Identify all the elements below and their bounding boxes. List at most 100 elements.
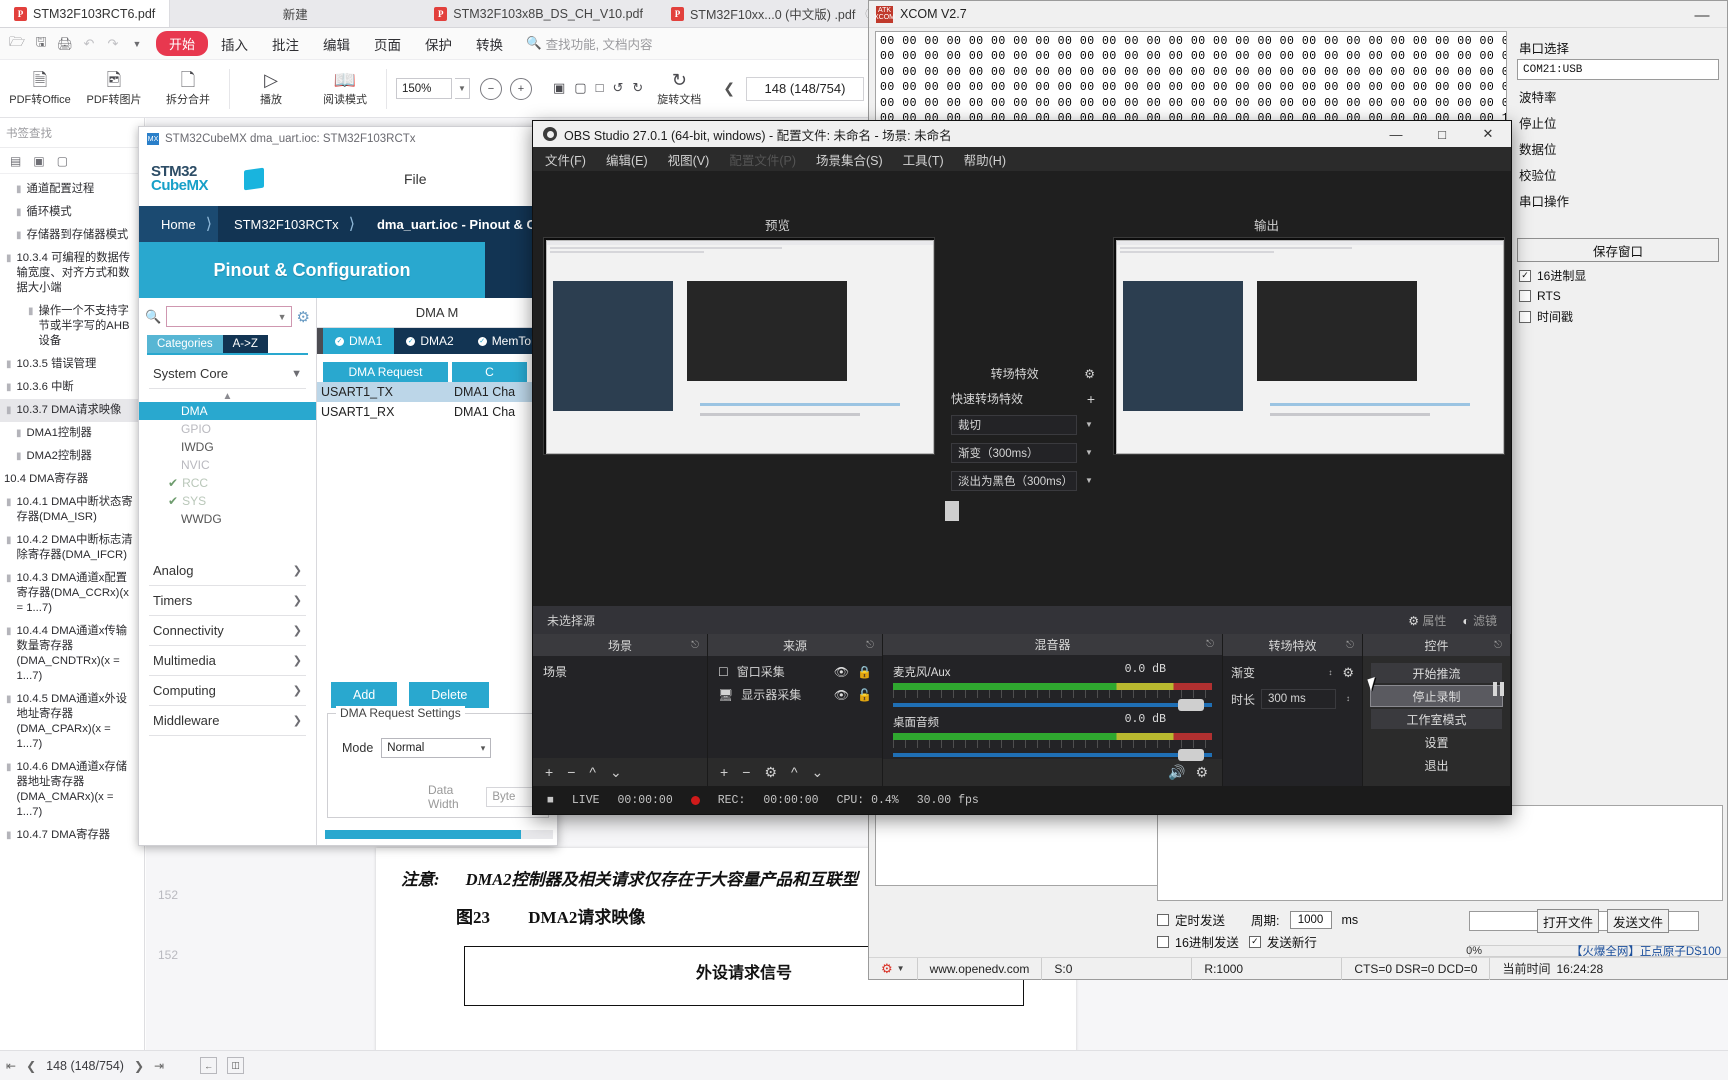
add-icon[interactable]: +: [1087, 391, 1095, 407]
transition-effect-row[interactable]: 转场特效 ⚙: [943, 361, 1103, 386]
sources-list[interactable]: ☐ 窗口采集 👁 🔒 🖥 显示器采集 👁 🔓: [708, 656, 882, 758]
breadcrumb-home[interactable]: Home ⟩: [139, 206, 218, 242]
properties-button[interactable]: ⚙ 属性: [1408, 612, 1446, 629]
ribbon-tab-page[interactable]: 页面: [363, 31, 412, 57]
bookmark-item[interactable]: ▮ 循环模式: [0, 201, 144, 224]
ribbon-tab-insert[interactable]: 插入: [210, 31, 259, 57]
fit-width-icon[interactable]: ▢: [574, 80, 586, 96]
pdf-tab-3[interactable]: P STM32F10xx...0 (中文版) .pdf ⓘ: [656, 0, 892, 27]
menu-edit[interactable]: 编辑(E): [606, 150, 648, 169]
up-icon[interactable]: ^: [589, 764, 596, 780]
table-row[interactable]: USART1_RX DMA1 Cha: [317, 402, 557, 422]
remove-icon[interactable]: −: [742, 764, 750, 780]
peripheral-wwdg[interactable]: WWDG: [139, 510, 316, 528]
mode-select[interactable]: Normal: [381, 738, 492, 758]
bookmark-item[interactable]: ▮ DMA2控制器: [0, 445, 144, 468]
pdf-tab-1[interactable]: 新建: [170, 0, 421, 27]
undo-icon[interactable]: ↶: [78, 33, 100, 55]
studio-mode-button[interactable]: 工作室模式: [1371, 709, 1502, 729]
settings-gear[interactable]: ⚙ ▼: [869, 957, 918, 980]
add-icon[interactable]: +: [720, 764, 728, 780]
category-computing[interactable]: Computing ❯: [149, 676, 306, 706]
output-canvas[interactable]: [1113, 237, 1505, 455]
rotate-ccw-icon[interactable]: ↺: [612, 80, 623, 96]
bookmark-item[interactable]: ▮ 10.3.5 错误管理: [0, 353, 144, 376]
gear-icon[interactable]: ⚙: [1084, 367, 1095, 381]
bookmark-item[interactable]: ▮ 10.4.2 DMA中断标志清除寄存器(DMA_IFCR): [0, 529, 144, 567]
spinner-icon[interactable]: ↕: [1342, 695, 1354, 703]
redo-icon[interactable]: ↷: [102, 33, 124, 55]
gear-icon[interactable]: ⚙: [1342, 665, 1354, 681]
start-streaming-button[interactable]: 开始推流: [1371, 663, 1502, 683]
save-icon[interactable]: 🖫: [30, 33, 52, 55]
chevron-down-icon[interactable]: ▼: [1083, 421, 1095, 429]
tool-pdf-to-image[interactable]: 🖻 PDF转图片: [78, 62, 150, 116]
tool-rotate-document[interactable]: ↻ 旋转文档: [648, 62, 710, 116]
peripheral-gpio[interactable]: GPIO: [139, 420, 316, 438]
menu-view[interactable]: 视图(V): [668, 150, 710, 169]
folder-icon[interactable]: 🗁: [6, 33, 28, 55]
open-file-button[interactable]: 打开文件: [1537, 909, 1599, 933]
tool-read-mode[interactable]: 📖 阅读模式: [309, 62, 381, 116]
menu-file[interactable]: 文件(F): [545, 150, 586, 169]
popout-icon[interactable]: ⎋: [866, 640, 874, 651]
fade-transition[interactable]: 渐变（300ms） ▼: [943, 439, 1103, 467]
table-row[interactable]: USART1_TX DMA1 Cha: [317, 382, 557, 402]
duration-input[interactable]: 300 ms: [1261, 689, 1336, 709]
save-window-button[interactable]: 保存窗口: [1517, 238, 1719, 262]
gear-icon[interactable]: ⚙: [764, 764, 777, 781]
ribbon-tab-comment[interactable]: 批注: [261, 31, 310, 57]
port-select[interactable]: COM21:USB: [1517, 59, 1719, 80]
list-item[interactable]: 场景: [533, 660, 707, 683]
peripheral-iwdg[interactable]: IWDG: [139, 438, 316, 456]
add-icon[interactable]: +: [545, 764, 553, 780]
menu-tools[interactable]: 工具(T): [903, 150, 944, 169]
cut-transition[interactable]: 裁切 ▼: [943, 411, 1103, 439]
timestamp-checkbox[interactable]: 时间戳: [1519, 308, 1723, 325]
scroll-up-icon[interactable]: ▲: [139, 391, 316, 402]
mute-icon[interactable]: 🔊: [1168, 764, 1185, 781]
bookmark-item[interactable]: ▮ 10.4.3 DMA通道x配置寄存器(DMA_CCRx)(x = 1...7): [0, 567, 144, 620]
list-item[interactable]: 🖥 显示器采集 👁 🔓: [708, 683, 882, 706]
back-icon[interactable]: ←: [200, 1057, 218, 1074]
chevron-down-icon[interactable]: ▼: [126, 33, 148, 55]
newline-send-checkbox[interactable]: ✓ 发送新行: [1248, 932, 1317, 951]
bookmark-item[interactable]: ▮ 10.4.4 DMA通道x传输数量寄存器(DMA_CNDTRx)(x = 1.…: [0, 620, 144, 688]
bookmark-item[interactable]: ▮ 10.3.6 中断: [0, 376, 144, 399]
fit-visible-icon[interactable]: □: [596, 80, 604, 96]
send-file-button[interactable]: 发送文件: [1607, 909, 1669, 933]
transition-duration-row[interactable]: 时长 300 ms ↕: [1223, 685, 1362, 713]
next-page-icon[interactable]: ❯: [134, 1059, 144, 1073]
tab-a-to-z[interactable]: A->Z: [222, 335, 268, 353]
rotate-cw-icon[interactable]: ↻: [632, 80, 643, 96]
pdf-tab-2[interactable]: P STM32F103x8B_DS_CH_V10.pdf: [420, 0, 657, 27]
category-timers[interactable]: Timers ❯: [149, 586, 306, 616]
eye-icon[interactable]: 👁: [834, 665, 849, 679]
bookmark-item[interactable]: ▮ DMA1控制器: [0, 422, 144, 445]
tab-dma1[interactable]: ✓ DMA1: [323, 328, 395, 354]
eye-icon[interactable]: 👁: [834, 688, 849, 702]
category-middleware[interactable]: Middleware ❯: [149, 706, 306, 736]
volume-slider[interactable]: [893, 749, 1212, 762]
rts-checkbox[interactable]: RTS: [1519, 289, 1723, 303]
minimize-icon[interactable]: —: [1373, 121, 1419, 147]
peripheral-nvic[interactable]: NVIC: [139, 456, 316, 474]
zoom-value[interactable]: 150%: [396, 78, 452, 99]
chevron-updown-icon[interactable]: ↕: [1324, 668, 1336, 677]
horizontal-scrollbar[interactable]: [325, 830, 553, 839]
panel-icon[interactable]: ◫: [227, 1057, 245, 1074]
ribbon-tab-convert[interactable]: 转换: [465, 31, 514, 57]
category-connectivity[interactable]: Connectivity ❯: [149, 616, 306, 646]
category-search-input[interactable]: ▼: [166, 306, 292, 327]
zoom-out-icon[interactable]: −: [480, 77, 502, 100]
tool-pdf-to-office[interactable]: 🗎 PDF转Office: [4, 62, 76, 116]
pdf-tab-0[interactable]: P STM32F103RCT6.pdf: [0, 0, 171, 27]
last-page-icon[interactable]: ⇥: [154, 1059, 164, 1073]
bookmark-item[interactable]: ▮ 10.3.4 可编程的数据传输宽度、对齐方式和数据大小端: [0, 247, 144, 300]
maximize-icon[interactable]: □: [1419, 121, 1465, 147]
chevron-down-icon[interactable]: ▼: [1083, 449, 1095, 457]
mixer-channel-desktop[interactable]: 桌面音频 0.0 dB: [883, 709, 1222, 762]
scenes-list[interactable]: 场景: [533, 656, 707, 758]
close-icon[interactable]: ✕: [1465, 121, 1511, 147]
list-item[interactable]: ☐ 窗口采集 👁 🔒: [708, 660, 882, 683]
